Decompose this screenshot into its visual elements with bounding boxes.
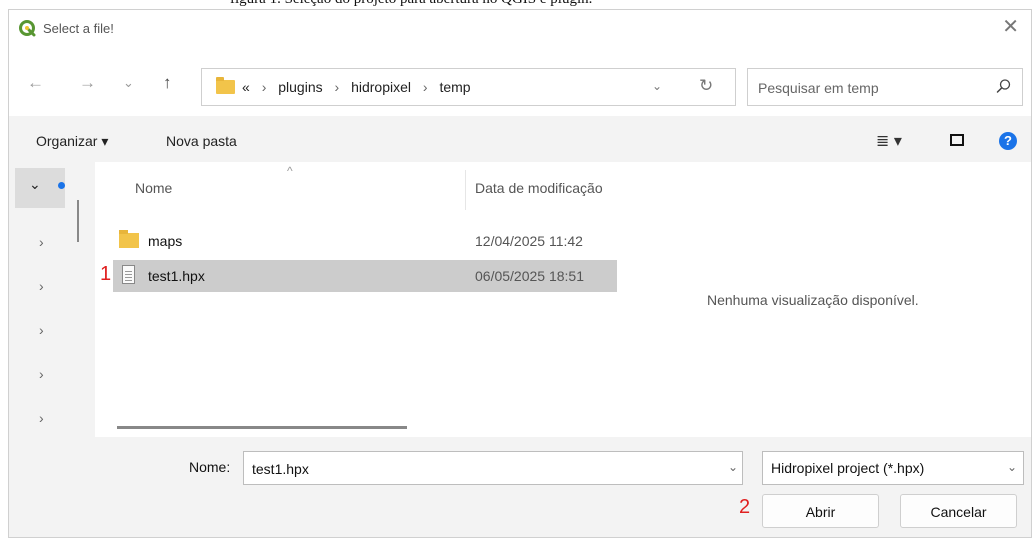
list-item-selected[interactable]: test1.hpx 06/05/2025 18:51	[113, 260, 617, 292]
file-name: test1.hpx	[148, 268, 205, 284]
preview-pane: Nenhuma visualização disponível.	[617, 162, 1031, 437]
column-divider[interactable]	[465, 170, 466, 210]
pane-splitter[interactable]	[77, 200, 79, 242]
document-icon	[122, 265, 135, 284]
search-box[interactable]	[747, 68, 1023, 106]
back-arrow-icon[interactable]: ←	[27, 74, 44, 92]
file-type-select[interactable]: Hidropixel project (*.hpx) ⌄	[762, 451, 1024, 485]
qgis-icon	[19, 20, 36, 37]
file-name-input[interactable]	[250, 459, 694, 479]
list-item[interactable]: maps 12/04/2025 11:42	[113, 225, 617, 257]
file-type-value: Hidropixel project (*.hpx)	[771, 460, 925, 476]
nav-item-selected[interactable]: ⌄	[15, 168, 65, 208]
search-icon[interactable]	[996, 78, 1012, 94]
chevron-down-icon[interactable]: ⌄	[1007, 460, 1017, 474]
sort-ascending-icon: ^	[287, 164, 293, 178]
chevron-down-icon[interactable]: ⌄	[728, 460, 738, 474]
annotation-step-2: 2	[739, 496, 751, 518]
chevron-down-icon[interactable]: ⌄	[29, 176, 41, 193]
chevron-right-icon[interactable]: ›	[39, 366, 44, 382]
breadcrumb-overflow[interactable]: «	[242, 79, 250, 95]
column-header-name[interactable]: Nome	[135, 180, 172, 196]
file-list: ^ Nome Data de modificação maps 12/04/20…	[95, 162, 617, 437]
recent-locations-icon[interactable]: ⌄	[123, 74, 134, 92]
breadcrumb-plugins[interactable]: plugins	[278, 79, 322, 95]
file-name-label: Nome:	[189, 459, 231, 475]
open-button[interactable]: Abrir	[762, 494, 879, 528]
chevron-right-icon[interactable]: ›	[39, 234, 44, 250]
breadcrumb: « › plugins › hidropixel › temp	[242, 79, 471, 95]
title-bar: Select a file! ✕	[9, 10, 1031, 48]
breadcrumb-temp[interactable]: temp	[439, 79, 470, 95]
chevron-right-icon[interactable]: ›	[39, 278, 44, 294]
view-menu-icon[interactable]: ≣ ▾	[876, 131, 902, 151]
folder-icon	[216, 77, 235, 94]
file-dialog: Select a file! ✕ ← → ⌄ ↑ « › plugins › h…	[8, 9, 1032, 538]
breadcrumb-hidropixel[interactable]: hidropixel	[351, 79, 411, 95]
forward-arrow-icon[interactable]: →	[79, 74, 96, 92]
refresh-icon[interactable]: ↻	[699, 76, 713, 96]
status-dot-icon	[58, 182, 65, 189]
annotation-step-1: 1	[100, 263, 112, 285]
close-icon[interactable]: ✕	[1002, 17, 1019, 37]
file-date: 12/04/2025 11:42	[475, 233, 583, 249]
chevron-down-icon[interactable]: ⌄	[652, 79, 662, 93]
navigation-pane: ⌄ › › › › ›	[9, 162, 67, 438]
chevron-right-icon[interactable]: ›	[39, 322, 44, 338]
help-icon[interactable]: ?	[999, 132, 1017, 150]
organize-button[interactable]: Organizar ▾	[36, 133, 108, 150]
folder-icon	[119, 230, 139, 248]
dialog-footer: Nome: ⌄ Hidropixel project (*.hpx) ⌄ 2 A…	[9, 438, 1031, 537]
file-name-combobox[interactable]: ⌄	[243, 451, 743, 485]
file-name: maps	[148, 233, 183, 249]
column-header-date[interactable]: Data de modificação	[475, 180, 617, 196]
horizontal-scrollbar[interactable]	[117, 426, 407, 429]
preview-empty-text: Nenhuma visualização disponível.	[707, 292, 919, 308]
up-arrow-icon[interactable]: ↑	[163, 74, 172, 92]
navigation-bar: ← → ⌄ ↑ « › plugins › hidropixel › temp …	[9, 48, 1031, 116]
caption-text: figura 1. Seleção do projeto para abertu…	[230, 0, 592, 8]
address-bar[interactable]: « › plugins › hidropixel › temp ⌄ ↻	[201, 68, 736, 106]
chevron-right-icon[interactable]: ›	[39, 410, 44, 426]
command-bar: Organizar ▾ Nova pasta ≣ ▾ ?	[9, 116, 1031, 162]
search-input[interactable]	[756, 77, 980, 99]
cancel-button[interactable]: Cancelar	[900, 494, 1017, 528]
preview-pane-icon[interactable]	[950, 134, 964, 146]
window-title: Select a file!	[43, 21, 114, 36]
file-date: 06/05/2025 18:51	[475, 268, 584, 284]
new-folder-button[interactable]: Nova pasta	[166, 133, 237, 149]
